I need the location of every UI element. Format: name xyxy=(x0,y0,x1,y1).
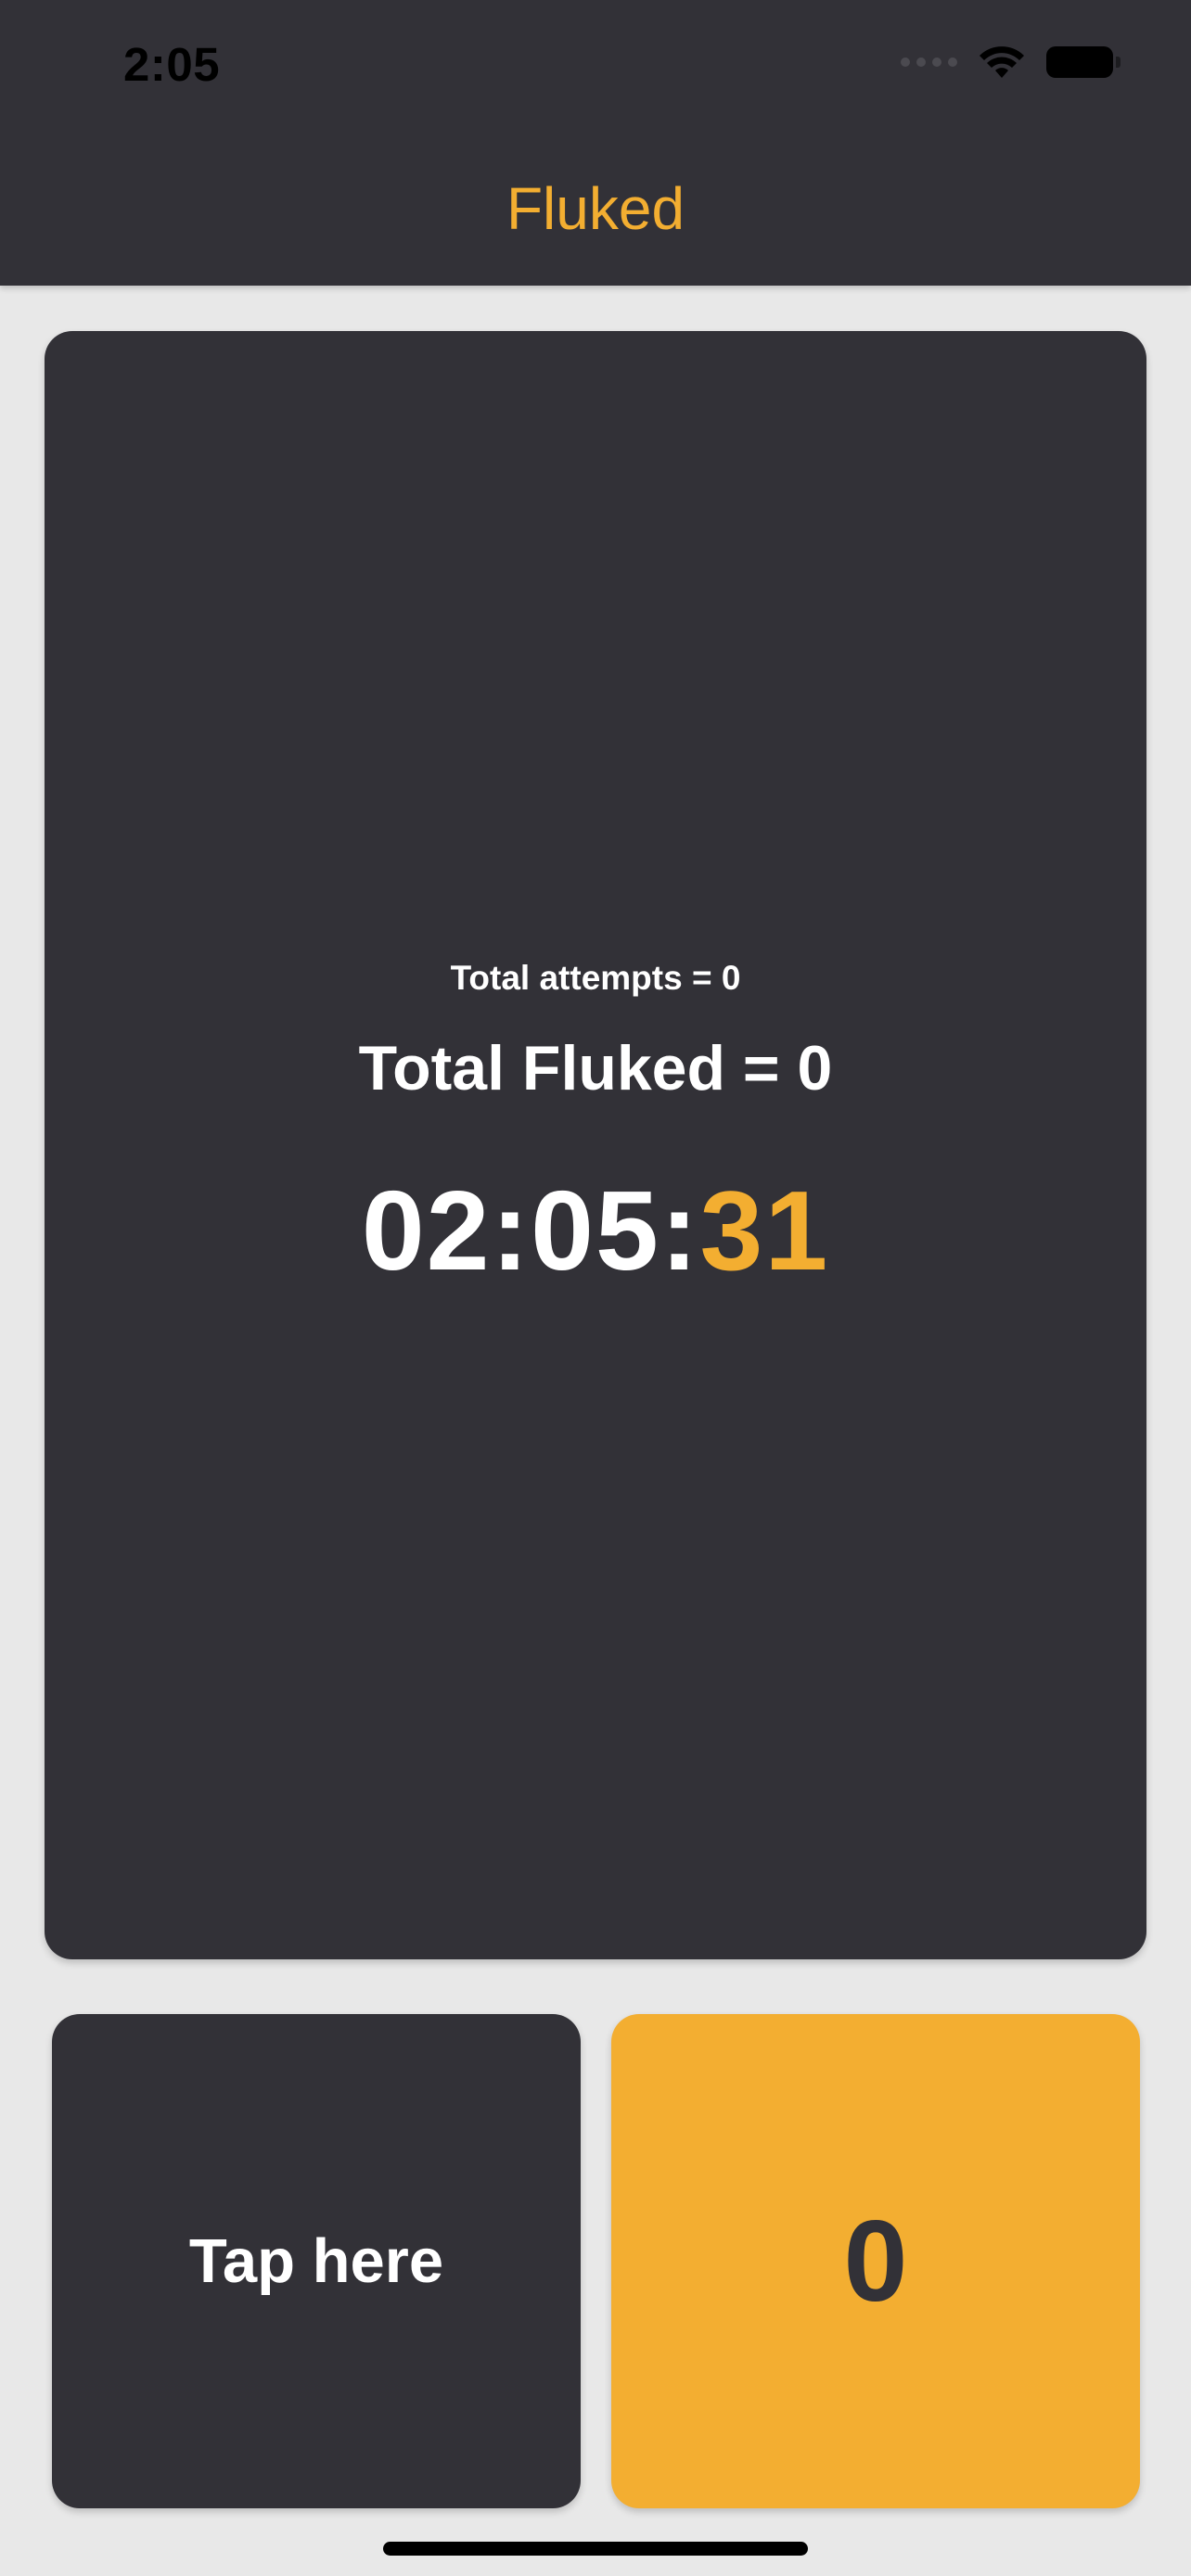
total-fluked-label: Total Fluked = 0 xyxy=(358,1033,833,1103)
timer-display: 02:05:31 xyxy=(45,1166,1146,1295)
fluke-count-button[interactable]: 0 xyxy=(611,2014,1140,2508)
app-header: 2:05 Fluked xyxy=(0,0,1191,286)
timer-seconds: 31 xyxy=(699,1167,830,1294)
status-icons xyxy=(901,45,1121,80)
battery-icon xyxy=(1046,46,1121,78)
wifi-icon xyxy=(980,46,1024,78)
stats-card: Total attempts = 0 Total Fluked = 0 02:0… xyxy=(45,331,1146,1959)
cellular-signal-icon xyxy=(901,57,957,67)
status-time: 2:05 xyxy=(123,38,221,91)
app-title: Fluked xyxy=(506,175,685,242)
tap-here-button[interactable]: Tap here xyxy=(52,2014,581,2508)
home-indicator[interactable] xyxy=(383,2542,808,2556)
total-attempts-label: Total attempts = 0 xyxy=(450,959,741,997)
timer-main: 02:05: xyxy=(361,1167,700,1294)
